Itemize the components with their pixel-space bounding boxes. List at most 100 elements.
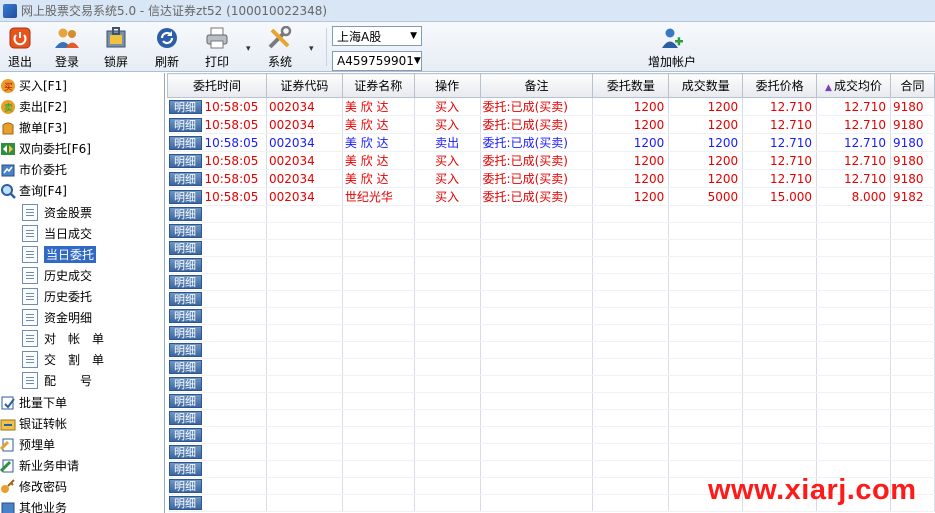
- detail-button[interactable]: 明细: [168, 445, 202, 459]
- cell-time: 10:58:05: [202, 169, 267, 188]
- detail-button[interactable]: 明细: [168, 326, 202, 340]
- detail-button[interactable]: 明细: [168, 309, 202, 323]
- detail-button[interactable]: 明细: [168, 394, 202, 408]
- detail-button[interactable]: 明细: [168, 275, 202, 289]
- system-button[interactable]: 系统: [260, 24, 300, 70]
- empty-cell: [592, 494, 670, 512]
- detail-button[interactable]: 明细: [168, 171, 202, 186]
- detail-button[interactable]: 明细: [168, 377, 202, 391]
- detail-button[interactable]: 明细: [168, 360, 202, 374]
- refresh-button[interactable]: 刷新: [147, 24, 187, 70]
- empty-table-row: 明细: [167, 273, 935, 291]
- sidebar-item-bidirectional[interactable]: 双向委托[F6]: [0, 138, 91, 159]
- print-button[interactable]: 打印: [197, 24, 237, 70]
- sidebar-item-change-password[interactable]: 修改密码: [0, 476, 67, 497]
- detail-button[interactable]: 明细: [168, 189, 202, 204]
- cell-remark: 委托:已成(买卖): [480, 97, 594, 116]
- add-account-button[interactable]: 增加帐户: [645, 24, 699, 70]
- sidebar-item-today-trades[interactable]: 当日成交: [22, 223, 92, 244]
- cell-name: 世纪光华: [342, 187, 415, 206]
- detail-button[interactable]: 明细: [168, 207, 202, 221]
- table-row[interactable]: 明细 10:58:05 002034 美 欣 达买入 委托:已成(买卖) 1200 1200…: [167, 97, 935, 116]
- detail-button[interactable]: 明细: [168, 479, 202, 493]
- detail-button[interactable]: 明细: [168, 241, 202, 255]
- sidebar-item-statement[interactable]: 对 帐 单: [22, 328, 104, 349]
- sidebar-item-history-orders[interactable]: 历史委托: [22, 286, 92, 307]
- table-row[interactable]: 明细 10:58:05 002034 世纪光华 买入 委托:已成(买卖) 1200 5000 1…: [167, 187, 935, 206]
- lock-screen-button[interactable]: 锁屏: [96, 24, 136, 70]
- cell-filled: 1200: [668, 97, 744, 116]
- empty-cell: [266, 443, 343, 461]
- column-header[interactable]: 合同: [889, 73, 935, 98]
- empty-table-row: 明细: [167, 307, 935, 325]
- sidebar-item-other[interactable]: 其他业务: [0, 497, 67, 513]
- empty-cell: [202, 358, 267, 376]
- table-row[interactable]: 明细 10:58:05 002034 美 欣 达卖出 委托:已成(买卖) 1200 1200…: [167, 133, 935, 152]
- detail-button[interactable]: 明细: [168, 153, 202, 168]
- detail-cell: 明细: [167, 239, 203, 257]
- column-header[interactable]: 委托数量: [592, 73, 670, 98]
- empty-cell: [742, 409, 818, 427]
- cell-price: 12.710: [742, 133, 818, 152]
- column-header[interactable]: 操作: [413, 73, 481, 98]
- empty-cell: [592, 290, 670, 308]
- detail-cell: 明细: [167, 115, 203, 134]
- system-dropdown-icon[interactable]: ▾: [309, 44, 314, 54]
- table-row[interactable]: 明细 10:58:05 002034 美 欣 达买入 委托:已成(买卖) 1200 1200…: [167, 115, 935, 134]
- sidebar-item-history-trades[interactable]: 历史成交: [22, 265, 92, 286]
- lock-screen-icon: [103, 26, 129, 50]
- sidebar-item-sell[interactable]: 卖 卖出[F2]: [0, 96, 67, 117]
- sidebar-item-new-business[interactable]: 新业务申请: [0, 455, 79, 476]
- print-dropdown-icon[interactable]: ▾: [246, 44, 251, 54]
- sidebar-item-preset-order[interactable]: 预埋单: [0, 434, 55, 455]
- document-icon: [22, 288, 38, 305]
- empty-cell: [742, 273, 818, 291]
- sidebar-item-bank-transfer[interactable]: 银证转帐: [0, 413, 67, 434]
- sidebar-item-cancel-order[interactable]: 撤单[F3]: [0, 117, 67, 138]
- sidebar-item-market-order[interactable]: 市价委托: [0, 159, 67, 180]
- detail-button[interactable]: 明细: [168, 411, 202, 425]
- sidebar-item-today-orders[interactable]: 当日委托: [22, 244, 97, 265]
- sidebar-item-allotment[interactable]: 配 号: [22, 370, 92, 391]
- detail-button[interactable]: 明细: [168, 292, 202, 306]
- empty-cell: [592, 426, 670, 444]
- market-select[interactable]: 上海A股 ▼: [332, 26, 422, 46]
- table-row[interactable]: 明细 10:58:05 002034 美 欣 达买入 委托:已成(买卖) 1200 1200…: [167, 151, 935, 170]
- sidebar-item-batch-order[interactable]: 批量下单: [0, 392, 67, 413]
- column-header[interactable]: 证券名称: [341, 73, 415, 98]
- empty-table-row: 明细: [167, 409, 935, 427]
- detail-button[interactable]: 明细: [168, 496, 202, 510]
- empty-cell: [816, 341, 891, 359]
- sidebar-item-funds-stocks[interactable]: 资金股票: [22, 202, 92, 223]
- detail-button[interactable]: 明细: [168, 224, 202, 238]
- sidebar-item-delivery[interactable]: 交 割 单: [22, 349, 104, 370]
- column-header[interactable]: 备注: [479, 73, 594, 98]
- login-button[interactable]: 登录: [47, 24, 87, 70]
- detail-button[interactable]: 明细: [168, 117, 202, 132]
- column-header[interactable]: 成交数量: [668, 73, 744, 98]
- sidebar-item-buy[interactable]: 买 买入[F1]: [0, 75, 67, 96]
- cell-code: 002034: [266, 169, 343, 188]
- detail-button[interactable]: 明细: [168, 343, 202, 357]
- empty-cell: [890, 307, 935, 325]
- sidebar-item-fund-details[interactable]: 资金明细: [22, 307, 92, 328]
- detail-button[interactable]: 明细: [168, 135, 202, 150]
- sidebar-item-query[interactable]: 查询[F4]: [0, 180, 67, 201]
- column-header[interactable]: 委托价格: [742, 73, 818, 98]
- column-header-sorted[interactable]: ▲ 成交均价: [816, 73, 891, 98]
- column-header[interactable]: 委托时间: [167, 73, 267, 98]
- table-row[interactable]: 明细 10:58:05 002034 美 欣 达买入 委托:已成(买卖) 1200 1200…: [167, 169, 935, 188]
- detail-button[interactable]: 明细: [168, 99, 202, 114]
- sidebar-item-label: 批量下单: [19, 396, 68, 410]
- column-header[interactable]: 证券代码: [265, 73, 343, 98]
- document-icon: [22, 204, 38, 221]
- detail-button[interactable]: 明细: [168, 462, 202, 476]
- empty-cell: [668, 307, 744, 325]
- watermark-text: www.xiarj.com: [708, 474, 917, 506]
- exit-button[interactable]: 退出: [0, 24, 40, 70]
- empty-cell: [342, 409, 415, 427]
- detail-button[interactable]: 明细: [168, 258, 202, 272]
- detail-button[interactable]: 明细: [168, 428, 202, 442]
- account-select[interactable]: A459759901 ▼: [332, 51, 422, 71]
- empty-cell: [266, 477, 343, 495]
